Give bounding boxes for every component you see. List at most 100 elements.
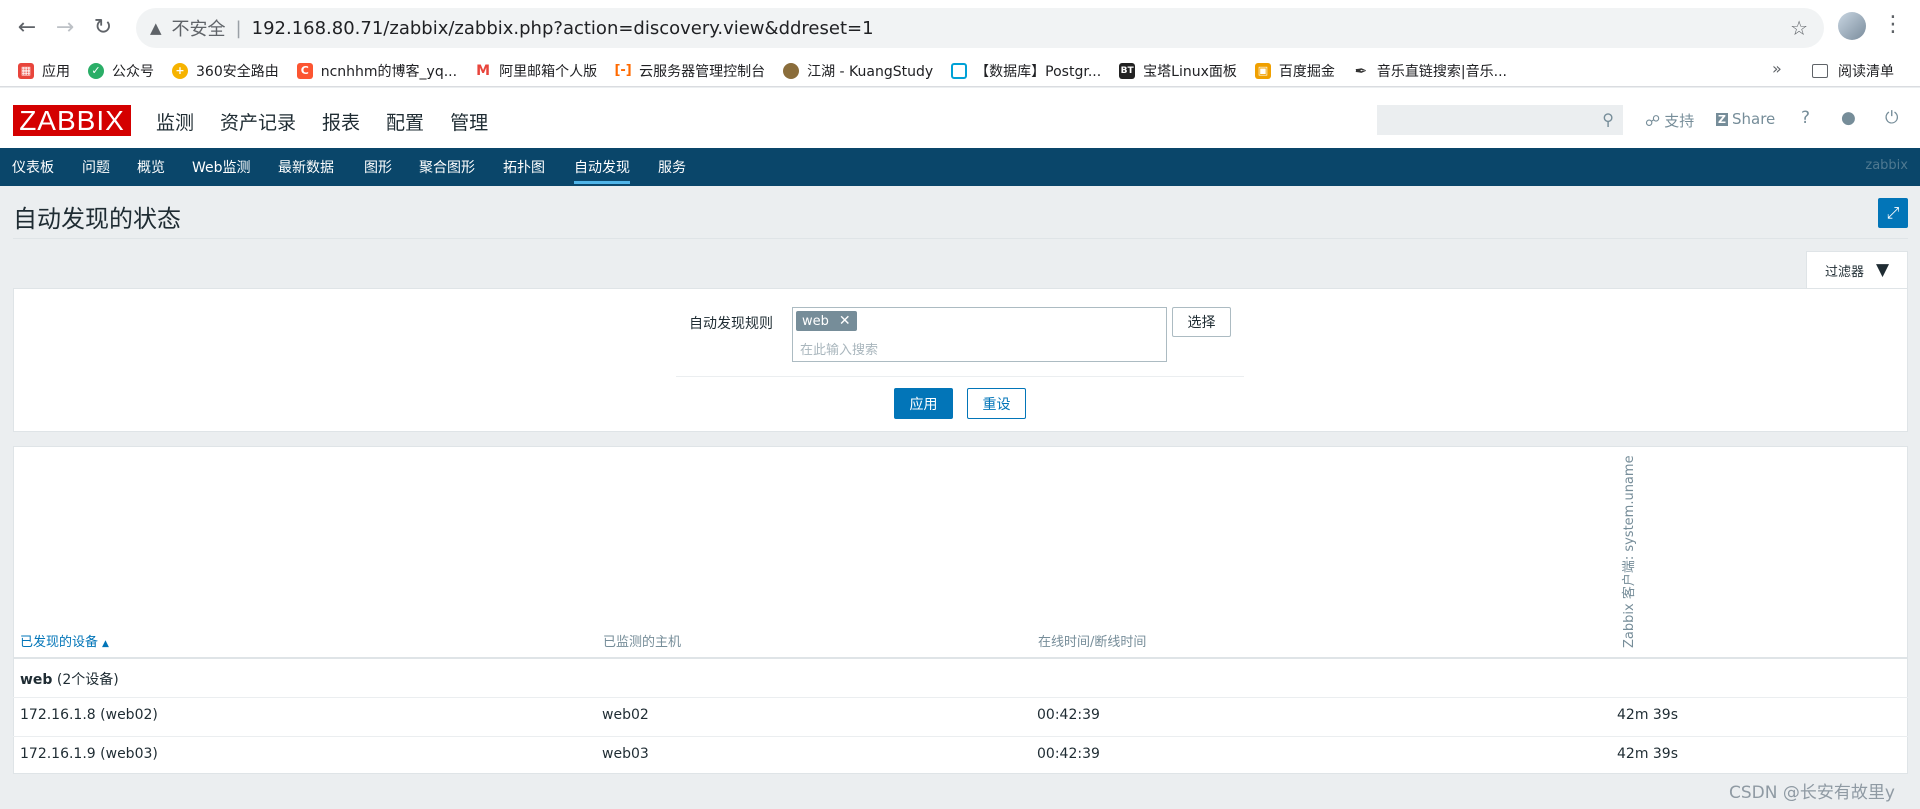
bt-icon: BT — [1119, 62, 1136, 79]
bookmark-label: 360安全路由 — [196, 63, 279, 80]
funnel-icon: ▼ — [1875, 260, 1890, 280]
filter-tab-label: 过滤器 — [1824, 264, 1864, 280]
divider — [13, 238, 1908, 239]
selected-rule-tag: web ✕ — [796, 311, 857, 331]
bookmark-item[interactable]: +360安全路由 — [172, 61, 279, 81]
select-button[interactable]: 选择 — [1172, 307, 1231, 337]
security-label: 不安全 — [171, 19, 226, 40]
fullscreen-icon[interactable]: ⤢ — [1878, 198, 1908, 228]
cell-check: 42m 39s — [1617, 746, 1679, 762]
bookmark-item[interactable]: ✓ 公众号 — [88, 61, 154, 81]
bookmark-item[interactable]: M 阿里邮箱个人版 — [475, 61, 597, 81]
share-label: Share — [1731, 110, 1776, 128]
submenu-graphs[interactable]: 图形 — [364, 157, 392, 177]
cell-uptime: 00:42:39 — [1037, 746, 1100, 762]
bookmark-label: 公众号 — [112, 63, 154, 80]
avatar-icon — [783, 62, 800, 79]
header-divider — [13, 657, 1908, 659]
cell-host: web03 — [602, 746, 649, 762]
submenu-problems[interactable]: 问题 — [82, 157, 110, 177]
bookmark-label: 应用 — [42, 63, 70, 80]
user-profile-icon[interactable]: ● — [1841, 108, 1856, 128]
forward-arrow-icon[interactable]: → — [46, 9, 84, 47]
bookmark-item[interactable]: ✒ 音乐直链搜索|音乐... — [1353, 61, 1507, 81]
360-icon: + — [172, 62, 188, 79]
submenu-dashboard[interactable]: 仪表板 — [12, 157, 54, 177]
bookmarks-bar: ▦ 应用 ✓ 公众号 +360安全路由 Cncnhhm的博客_yq... M 阿里邮箱… — [0, 55, 1920, 87]
page-title: 自动发现的状态 — [13, 205, 181, 233]
reading-list-button[interactable]: 阅读清单 — [1812, 55, 1894, 87]
bookmark-label: 阿里邮箱个人版 — [499, 63, 598, 80]
reset-button[interactable]: 重设 — [967, 388, 1026, 419]
juejin-icon: ▣ — [1254, 62, 1271, 79]
submenu-maps[interactable]: 拓扑图 — [503, 157, 545, 177]
bookmark-label: 百度掘金 — [1278, 63, 1335, 80]
bookmark-item[interactable]: ▣ 百度掘金 — [1254, 61, 1335, 81]
submenu-overview[interactable]: 概览 — [137, 157, 165, 177]
search-icon[interactable]: ⚲ — [1602, 110, 1614, 129]
group-count: (2个设备) — [56, 672, 119, 688]
bookmark-item[interactable]: Cncnhhm的博客_yq... — [296, 61, 457, 81]
cell-uptime: 00:42:39 — [1037, 707, 1100, 723]
warning-triangle-icon: ▲ — [150, 19, 162, 37]
wechat-icon: ✓ — [88, 62, 104, 79]
menu-administration[interactable]: 管理 — [450, 108, 488, 135]
apply-button[interactable]: 应用 — [894, 388, 953, 419]
browser-menu-icon[interactable]: ⋮ — [1882, 12, 1904, 37]
column-header-host: 已监测的主机 — [603, 635, 682, 650]
bookmark-label: 云服务器管理控制台 — [639, 63, 766, 80]
address-bar[interactable]: ▲ 不安全 | 192.168.80.71/zabbix/zabbix.php?… — [136, 8, 1824, 48]
submenu-screens[interactable]: 聚合图形 — [419, 157, 475, 177]
column-header-uptime: 在线时间/断线时间 — [1038, 635, 1147, 650]
share-link[interactable]: Z Share — [1716, 110, 1775, 128]
zabbix-logo[interactable]: ZABBIX — [13, 105, 131, 136]
bookmark-item[interactable]: BT 宝塔Linux面板 — [1119, 61, 1237, 81]
submenu-web[interactable]: Web监测 — [192, 157, 251, 177]
bookmark-label: 音乐直链搜索|音乐... — [1376, 63, 1507, 80]
menu-monitoring[interactable]: 监测 — [156, 108, 194, 135]
column-header-device-label: 已发现的设备 — [20, 635, 99, 650]
row-divider — [13, 697, 1908, 698]
column-header-device[interactable]: 已发现的设备 ▲ — [20, 631, 109, 650]
apps-grid-icon: ▦ — [18, 62, 34, 79]
search-input[interactable]: ⚲ — [1377, 105, 1623, 135]
reading-list-icon — [1812, 64, 1828, 78]
aliyun-icon: [-] — [614, 63, 632, 78]
menu-inventory[interactable]: 资产记录 — [220, 108, 296, 135]
cell-host: web02 — [602, 707, 649, 723]
bookmark-item[interactable]: ▦ 应用 — [18, 61, 70, 81]
sort-ascending-icon: ▲ — [102, 639, 109, 649]
music-icon: ✒ — [1354, 61, 1368, 80]
csdn-c-icon: C — [296, 62, 313, 79]
menu-reports[interactable]: 报表 — [322, 108, 360, 135]
bookmarks-overflow-icon[interactable]: » — [1772, 59, 1782, 78]
submenu-bar: 仪表板 问题 概览 Web监测 最新数据 图形 聚合图形 拓扑图 自动发现 服务… — [0, 148, 1920, 186]
submenu-services[interactable]: 服务 — [658, 157, 686, 177]
submenu-discovery[interactable]: 自动发现 — [574, 157, 630, 184]
bookmark-item[interactable]: 【数据库】Postgr... — [951, 61, 1101, 81]
cell-device: 172.16.1.8 (web02) — [20, 707, 158, 723]
bookmark-label: 宝塔Linux面板 — [1143, 63, 1237, 80]
bookmark-star-icon[interactable]: ☆ — [1790, 16, 1808, 40]
multiselect-search-input[interactable]: 在此输入搜索 — [800, 339, 878, 358]
url-text[interactable]: 192.168.80.71/zabbix/zabbix.php?action=d… — [252, 18, 874, 39]
help-icon[interactable]: ? — [1801, 108, 1810, 128]
cell-device: 172.16.1.9 (web03) — [20, 746, 158, 762]
share-z-icon: Z — [1716, 112, 1728, 126]
selected-rule-text: web — [802, 313, 829, 329]
reload-icon[interactable]: ↻ — [84, 9, 122, 47]
back-arrow-icon[interactable]: ← — [8, 9, 46, 47]
filter-tab[interactable]: 过滤器 ▼ — [1806, 251, 1908, 288]
submenu-brand: zabbix — [1865, 158, 1908, 173]
address-separator: | — [235, 17, 242, 39]
bookmark-item[interactable]: 江湖 - KuangStudy — [783, 61, 933, 81]
group-name: web — [20, 672, 53, 688]
logout-power-icon[interactable]: ⏻ — [1885, 108, 1898, 128]
menu-configuration[interactable]: 配置 — [386, 108, 424, 135]
reading-list-label: 阅读清单 — [1838, 64, 1894, 80]
bookmark-item[interactable]: [-] 云服务器管理控制台 — [614, 61, 766, 81]
submenu-latest-data[interactable]: 最新数据 — [278, 157, 334, 177]
support-link[interactable]: ☍ 支持 — [1645, 110, 1694, 131]
remove-tag-icon[interactable]: ✕ — [839, 313, 851, 329]
profile-avatar[interactable] — [1838, 12, 1866, 40]
